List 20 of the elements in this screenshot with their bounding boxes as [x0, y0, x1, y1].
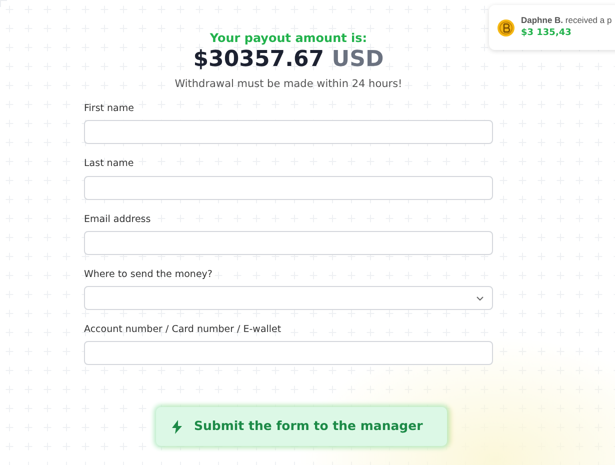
field-label: First name [84, 102, 134, 116]
submit-button[interactable]: Submit the form to the manager [156, 407, 447, 446]
notification-amount: $3 135,43 [521, 27, 572, 40]
bitcoin-coin-icon [497, 18, 515, 36]
field-label: Email address [84, 212, 151, 227]
field-label: Account number / Card number / E-wallet [84, 323, 282, 338]
input-field[interactable] [84, 341, 493, 366]
input-field[interactable] [84, 230, 493, 255]
chevron-down-icon [476, 296, 484, 301]
select-field[interactable] [84, 286, 493, 310]
input-field[interactable] [84, 120, 493, 144]
field-label: Last name [84, 157, 134, 172]
notification-text: Daphne B. received a p [521, 14, 612, 28]
payout-title: Your payout amount is: [210, 31, 368, 45]
input-field[interactable] [84, 176, 493, 200]
withdrawal-note: Withdrawal must be made within 24 hours! [174, 78, 402, 90]
field-label: Where to send the money? [84, 268, 212, 282]
currency-label: USD [332, 47, 384, 72]
payout-amount: $30357.67 [193, 47, 324, 72]
lightning-icon [172, 420, 182, 434]
